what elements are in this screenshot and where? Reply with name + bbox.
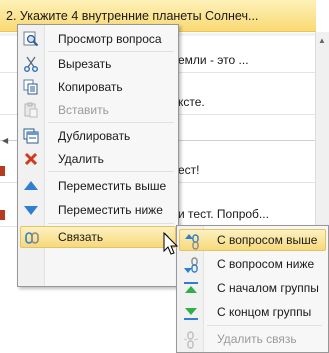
menu-item-link[interactable]: Связать: [20, 226, 176, 248]
link-up-icon: [185, 234, 199, 250]
link-down-icon: [184, 257, 198, 273]
menu-separator: [48, 122, 174, 123]
context-menu: Просмотр вопроса Вырезать Копировать Вст…: [17, 24, 179, 287]
collapse-arrow-icon[interactable]: ◀: [2, 136, 8, 145]
question-row-text: ест!: [178, 163, 200, 177]
arrow-up-icon: [24, 181, 38, 190]
submenu-item-link-above[interactable]: С вопросом выше: [179, 229, 326, 251]
menu-separator: [48, 171, 174, 172]
menu-item-delete[interactable]: Удалить: [20, 148, 176, 170]
link-group-end-icon: [184, 308, 198, 320]
menu-item-label: Переместить ниже: [58, 203, 163, 217]
menu-item-label: Вырезать: [58, 57, 112, 71]
selected-question-text: 2. Укажите 4 внутренние планеты Солнеч..…: [6, 9, 259, 23]
menu-item-paste[interactable]: Вставить: [20, 99, 176, 121]
mouse-cursor-icon: [163, 232, 179, 255]
duplicate-icon: [23, 128, 39, 144]
question-row-text: емли - это ...: [178, 53, 249, 67]
submenu-item-link-below[interactable]: С вопросом ниже: [179, 253, 326, 275]
submenu-item-unlink[interactable]: Удалить связь: [179, 328, 326, 350]
submenu-item-label: Удалить связь: [217, 332, 297, 346]
scroll-up-icon[interactable]: ▲: [318, 36, 326, 45]
submenu-item-label: С вопросом ниже: [217, 257, 315, 271]
menu-item-label: Дублировать: [58, 129, 131, 143]
paste-icon: [24, 102, 38, 118]
row-marker: [0, 166, 5, 176]
submenu-item-link-group-end[interactable]: С концом группы: [179, 301, 326, 323]
row-marker: [0, 210, 5, 220]
menu-item-move-up[interactable]: Переместить выше: [20, 175, 176, 197]
link-submenu: С вопросом выше С вопросом ниже С начало…: [176, 225, 329, 353]
menu-separator: [48, 223, 174, 224]
submenu-item-label: С вопросом выше: [217, 233, 318, 247]
menu-item-copy[interactable]: Копировать: [20, 76, 176, 98]
menu-item-label: Удалить: [58, 152, 104, 166]
delete-icon: [24, 152, 38, 166]
menu-item-preview[interactable]: Просмотр вопроса: [20, 28, 176, 50]
submenu-item-label: С концом группы: [217, 305, 312, 319]
menu-item-label: Переместить выше: [58, 179, 167, 193]
menu-item-label: Связать: [58, 230, 104, 244]
link-icon: [25, 232, 39, 244]
arrow-down-icon: [24, 206, 38, 215]
menu-item-label: Вставить: [58, 103, 109, 117]
submenu-item-label: С началом группы: [217, 281, 319, 295]
menu-item-label: Просмотр вопроса: [58, 32, 162, 46]
scissors-icon: [24, 56, 38, 72]
preview-icon: [23, 31, 39, 47]
menu-item-label: Копировать: [58, 80, 123, 94]
menu-separator: [48, 51, 174, 52]
copy-icon: [23, 79, 38, 95]
menu-item-cut[interactable]: Вырезать: [20, 53, 176, 75]
question-row-text: ксте.: [178, 95, 205, 109]
unlink-icon: [183, 331, 199, 349]
question-row-text: и тест. Попроб...: [178, 207, 269, 221]
menu-item-move-down[interactable]: Переместить ниже: [20, 199, 176, 221]
link-group-start-icon: [184, 282, 198, 293]
menu-item-duplicate[interactable]: Дублировать: [20, 125, 176, 147]
submenu-separator: [207, 325, 322, 326]
submenu-item-link-group-start[interactable]: С началом группы: [179, 277, 326, 299]
